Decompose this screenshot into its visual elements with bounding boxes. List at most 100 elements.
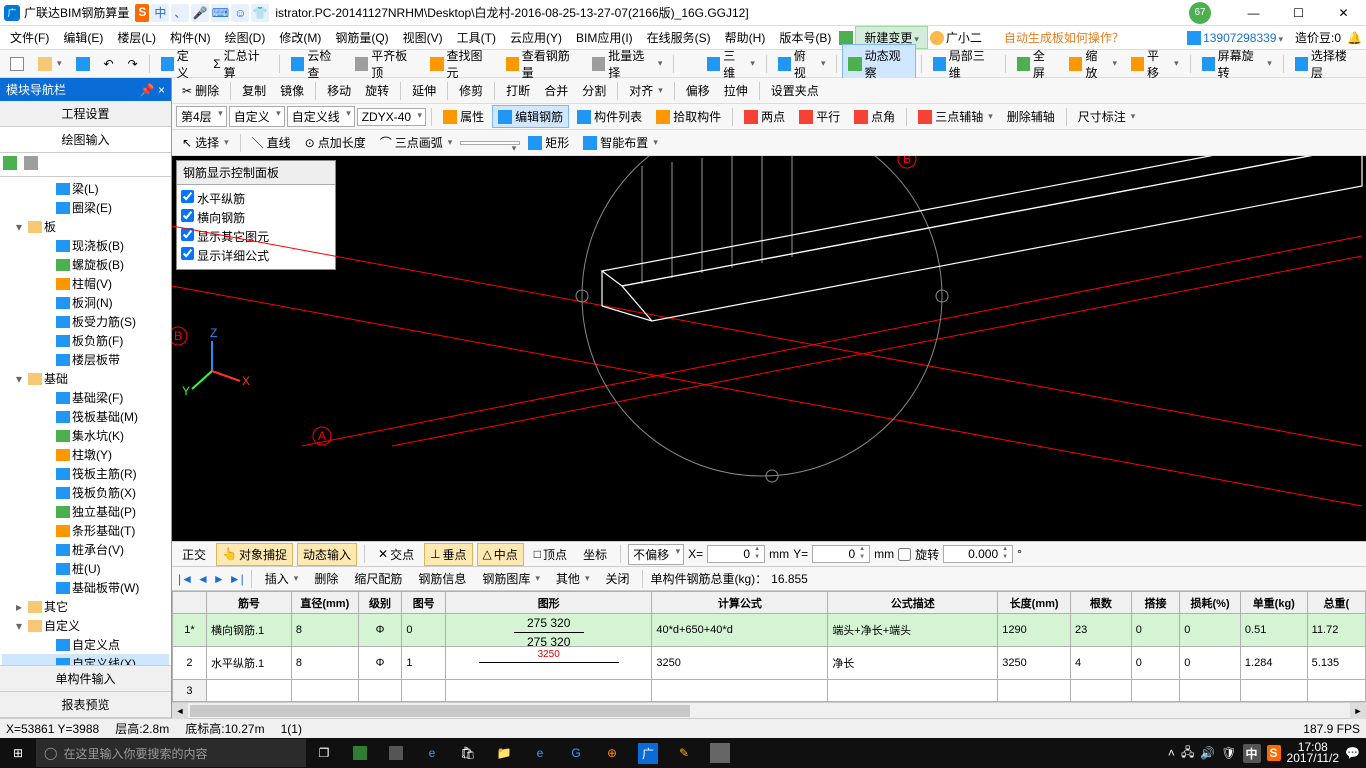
tray-ime-zhong[interactable]: 中 (1243, 744, 1261, 763)
task-edge[interactable]: e (414, 738, 450, 768)
tree-node[interactable]: 自定义线(X) (2, 654, 169, 665)
tray-clock[interactable]: 17:082017/11/2 (1287, 742, 1340, 764)
taskview-icon[interactable]: ❐ (306, 738, 342, 768)
tree-node[interactable]: ▾基础 (2, 369, 169, 388)
parallel-button[interactable]: 平行 (793, 105, 846, 128)
table-row[interactable]: 2水平纵筋.18Φ132503250净长32504001.2845.135 (173, 647, 1366, 680)
taskbar-search[interactable]: ◯ 在这里输入你要搜索的内容 (36, 739, 306, 767)
task-avatar[interactable] (702, 738, 738, 768)
task-store[interactable]: 🛍 (450, 738, 486, 768)
offset-mode-select[interactable]: 不偏移 (628, 544, 684, 565)
prev-icon[interactable]: ◄ (197, 572, 209, 586)
floor-select[interactable]: 第4层 (176, 106, 227, 127)
pick-component-button[interactable]: 拾取构件 (650, 105, 727, 128)
tree-node[interactable]: 桩(U) (2, 559, 169, 578)
grip-button[interactable]: 设置夹点 (765, 79, 825, 102)
menu-edit[interactable]: 编辑(E) (57, 27, 109, 48)
ime-face-icon[interactable]: ☺ (231, 4, 249, 22)
osnap-toggle[interactable]: 👆对象捕捉 (216, 543, 293, 566)
x-input[interactable]: 0▲▼ (707, 545, 765, 563)
rotate-checkbox[interactable] (898, 548, 911, 561)
snap-perp[interactable]: ⊥垂点 (424, 543, 472, 566)
component-select[interactable]: ZDYX-40 (357, 108, 426, 126)
trim-button[interactable]: 修剪 (453, 79, 489, 102)
tree-node[interactable]: 柱帽(V) (2, 274, 169, 293)
table-row[interactable]: 1*横向钢筋.18Φ0275 320275 32040*d+650+40*d端头… (173, 614, 1366, 647)
snap-cross[interactable]: ✕交点 (372, 543, 420, 566)
tray-shield-icon[interactable]: 🛡 (1221, 746, 1236, 760)
col-header[interactable]: 根数 (1071, 592, 1132, 614)
col-header[interactable]: 图号 (402, 592, 446, 614)
snap-coord[interactable]: 坐标 (577, 543, 613, 566)
tree-node[interactable]: 板负筋(F) (2, 331, 169, 350)
mirror-button[interactable]: 镜像 (274, 79, 310, 102)
first-icon[interactable]: |◄ (178, 572, 193, 586)
delete-row-button[interactable]: 删除 (308, 567, 344, 590)
notification-badge[interactable]: 67 (1189, 2, 1211, 24)
rebar-info-button[interactable]: 钢筋信息 (412, 567, 472, 590)
task-app-current[interactable]: 广 (630, 738, 666, 768)
tray-notifications-icon[interactable]: 💬 (1345, 746, 1360, 760)
minimize-button[interactable]: — (1231, 0, 1276, 26)
tree-node[interactable]: 螺旋板(B) (2, 255, 169, 274)
start-button[interactable]: ⊞ (0, 738, 36, 768)
edit-rebar-button[interactable]: 编辑钢筋 (492, 105, 569, 128)
tree-node[interactable]: 自定义点 (2, 635, 169, 654)
line-tool[interactable]: ＼ 直线 (246, 131, 297, 154)
split-button[interactable]: 分割 (576, 79, 612, 102)
ime-zhong[interactable]: 中 (151, 4, 169, 22)
task-notes[interactable]: ✎ (666, 738, 702, 768)
tree-node[interactable]: 集水坑(K) (2, 426, 169, 445)
new-file-icon[interactable] (4, 54, 30, 74)
tree-node[interactable]: 楼层板带 (2, 350, 169, 369)
extend-button[interactable]: 延伸 (406, 79, 442, 102)
close-rebar-button[interactable]: 关闭 (599, 567, 635, 590)
tree-node[interactable]: 板洞(N) (2, 293, 169, 312)
point-length-tool[interactable]: ⊙ 点加长度 (299, 131, 372, 154)
tree-node[interactable]: 基础梁(F) (2, 388, 169, 407)
save-icon[interactable] (70, 54, 96, 74)
del-aux-axis-button[interactable]: 删除辅轴 (1001, 105, 1061, 128)
col-header[interactable]: 直径(mm) (291, 592, 358, 614)
task-app-o[interactable]: ⊕ (594, 738, 630, 768)
point-angle-button[interactable]: 点角 (848, 105, 901, 128)
tree-node[interactable]: 圈梁(E) (2, 198, 169, 217)
col-header[interactable]: 长度(mm) (998, 592, 1071, 614)
component-tree[interactable]: 梁(L)圈梁(E)▾板现浇板(B)螺旋板(B)柱帽(V)板洞(N)板受力筋(S)… (0, 177, 171, 665)
col-header[interactable]: 总重( (1307, 592, 1365, 614)
tree-node[interactable]: 独立基础(P) (2, 502, 169, 521)
tree-node[interactable]: 柱墩(Y) (2, 445, 169, 464)
other-button[interactable]: 其他 (550, 567, 596, 590)
tray-volume-icon[interactable]: 🔊 (1200, 746, 1215, 760)
user-id[interactable]: 13907298339 (1203, 31, 1283, 45)
tray-network-icon[interactable]: 🖧 (1181, 743, 1194, 764)
col-header[interactable]: 计算公式 (652, 592, 828, 614)
task-app-g[interactable]: G (558, 738, 594, 768)
ime-keyboard-icon[interactable]: ⌨ (211, 4, 229, 22)
col-header[interactable] (173, 592, 207, 614)
arc-option-select[interactable] (460, 141, 520, 145)
align-button[interactable]: 对齐 (623, 79, 669, 102)
scroll-right-icon[interactable]: ► (1350, 703, 1366, 719)
aux-axis-button[interactable]: 三点辅轴 (912, 105, 999, 128)
ime-mic-icon[interactable]: 🎤 (191, 4, 209, 22)
3d-viewport[interactable]: 钢筋显示控制面板 水平纵筋 横向钢筋 显示其它图元 显示详细公式 (172, 156, 1366, 541)
tab-single-input[interactable]: 单构件输入 (0, 666, 171, 692)
ime-skin-icon[interactable]: 👕 (251, 4, 269, 22)
pin-icon[interactable]: 📌 (140, 83, 155, 97)
break-button[interactable]: 打断 (500, 79, 536, 102)
dyn-input-toggle[interactable]: 动态输入 (297, 543, 357, 566)
snap-mid[interactable]: △中点 (477, 543, 524, 566)
expand-icon[interactable] (3, 156, 17, 170)
tree-node[interactable]: ▾板 (2, 217, 169, 236)
delete-button[interactable]: ✂ 删除 (176, 79, 225, 102)
two-point-button[interactable]: 两点 (738, 105, 791, 128)
category-select[interactable]: 自定义 (229, 106, 285, 127)
copy-button[interactable]: 复制 (236, 79, 272, 102)
tree-node[interactable]: 板受力筋(S) (2, 312, 169, 331)
snap-end[interactable]: □顶点 (528, 543, 573, 566)
stretch-button[interactable]: 拉伸 (718, 79, 754, 102)
last-icon[interactable]: ►| (229, 572, 244, 586)
table-row[interactable]: 3 (173, 680, 1366, 702)
tab-report-preview[interactable]: 报表预览 (0, 692, 171, 718)
